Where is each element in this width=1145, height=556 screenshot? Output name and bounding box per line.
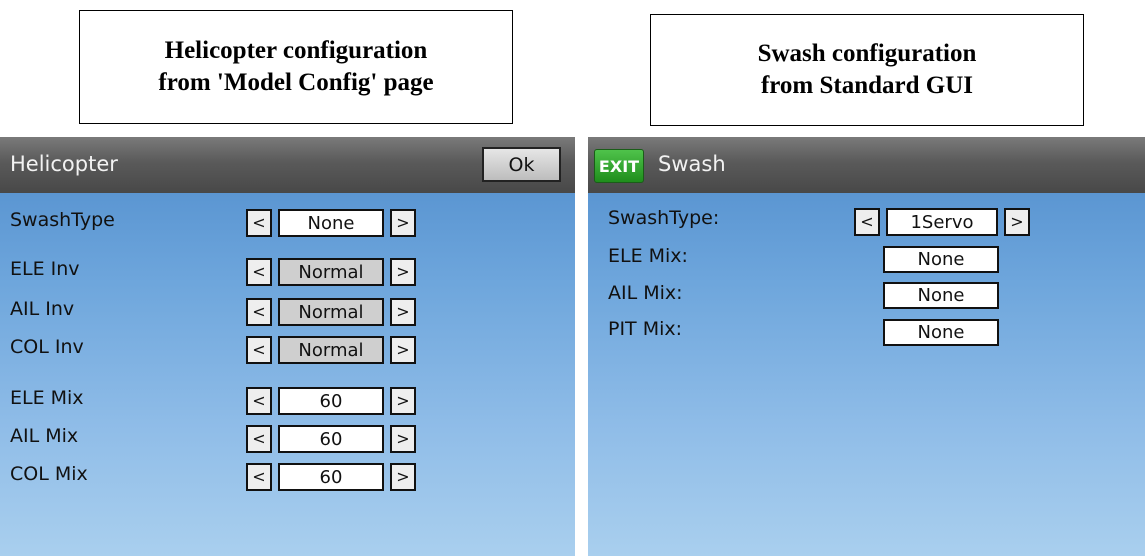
ele-mix-label: ELE Mix:	[608, 245, 688, 267]
exit-button[interactable]: EXIT	[594, 149, 644, 183]
ele-inv-spinner: < Normal >	[246, 258, 416, 286]
prev-button[interactable]: <	[246, 387, 272, 415]
ail-mix-label: AIL Mix	[10, 425, 79, 447]
caption-helicopter-config: Helicopter configuration from 'Model Con…	[79, 10, 513, 124]
ail-mix-label: AIL Mix:	[608, 282, 683, 304]
ele-mix-label: ELE Mix	[10, 387, 84, 409]
next-button[interactable]: >	[390, 336, 416, 364]
next-button[interactable]: >	[390, 209, 416, 237]
ail-inv-spinner: < Normal >	[246, 298, 416, 326]
ail-mix-value[interactable]: None	[883, 282, 999, 309]
helicopter-screen: Helicopter Ok SwashType < None > ELE Inv…	[0, 137, 575, 556]
prev-button[interactable]: <	[246, 298, 272, 326]
caption-line-1: Swash configuration	[757, 40, 977, 67]
title-bar: Helicopter Ok	[0, 137, 575, 193]
next-button[interactable]: >	[390, 258, 416, 286]
ail-inv-value[interactable]: Normal	[278, 298, 384, 326]
page-title: Swash	[658, 152, 726, 176]
swashtype-value[interactable]: None	[278, 209, 384, 237]
ele-mix-value[interactable]: 60	[278, 387, 384, 415]
prev-button[interactable]: <	[854, 208, 880, 236]
caption-line-1: Helicopter configuration	[164, 37, 428, 64]
swash-screen: EXIT Swash SwashType: < 1Servo > ELE Mix…	[588, 137, 1145, 556]
ail-mix-value[interactable]: 60	[278, 425, 384, 453]
pit-mix-label: PIT Mix:	[608, 318, 683, 340]
ele-inv-value[interactable]: Normal	[278, 258, 384, 286]
ail-inv-label: AIL Inv	[10, 298, 75, 320]
swashtype-value[interactable]: 1Servo	[886, 208, 998, 236]
caption-swash-config: Swash configuration from Standard GUI	[650, 14, 1084, 126]
swashtype-label: SwashType	[10, 209, 115, 231]
col-inv-label: COL Inv	[10, 336, 84, 358]
page-title: Helicopter	[10, 152, 118, 176]
prev-button[interactable]: <	[246, 258, 272, 286]
prev-button[interactable]: <	[246, 336, 272, 364]
swashtype-spinner: < 1Servo >	[854, 208, 1030, 236]
ok-button[interactable]: Ok	[482, 147, 561, 182]
pit-mix-value[interactable]: None	[883, 319, 999, 346]
swashtype-label: SwashType:	[608, 207, 720, 229]
ail-mix-spinner: < 60 >	[246, 425, 416, 453]
ele-mix-spinner: < 60 >	[246, 387, 416, 415]
next-button[interactable]: >	[390, 425, 416, 453]
swashtype-spinner: < None >	[246, 209, 416, 237]
ele-inv-label: ELE Inv	[10, 258, 80, 280]
next-button[interactable]: >	[390, 298, 416, 326]
next-button[interactable]: >	[390, 463, 416, 491]
col-mix-label: COL Mix	[10, 463, 88, 485]
col-inv-value[interactable]: Normal	[278, 336, 384, 364]
prev-button[interactable]: <	[246, 425, 272, 453]
prev-button[interactable]: <	[246, 463, 272, 491]
next-button[interactable]: >	[390, 387, 416, 415]
prev-button[interactable]: <	[246, 209, 272, 237]
col-mix-value[interactable]: 60	[278, 463, 384, 491]
caption-line-2: from Standard GUI	[760, 72, 974, 99]
col-mix-spinner: < 60 >	[246, 463, 416, 491]
col-inv-spinner: < Normal >	[246, 336, 416, 364]
next-button[interactable]: >	[1004, 208, 1030, 236]
caption-line-2: from 'Model Config' page	[158, 69, 434, 96]
ele-mix-value[interactable]: None	[883, 246, 999, 273]
title-bar: EXIT Swash	[588, 137, 1145, 193]
